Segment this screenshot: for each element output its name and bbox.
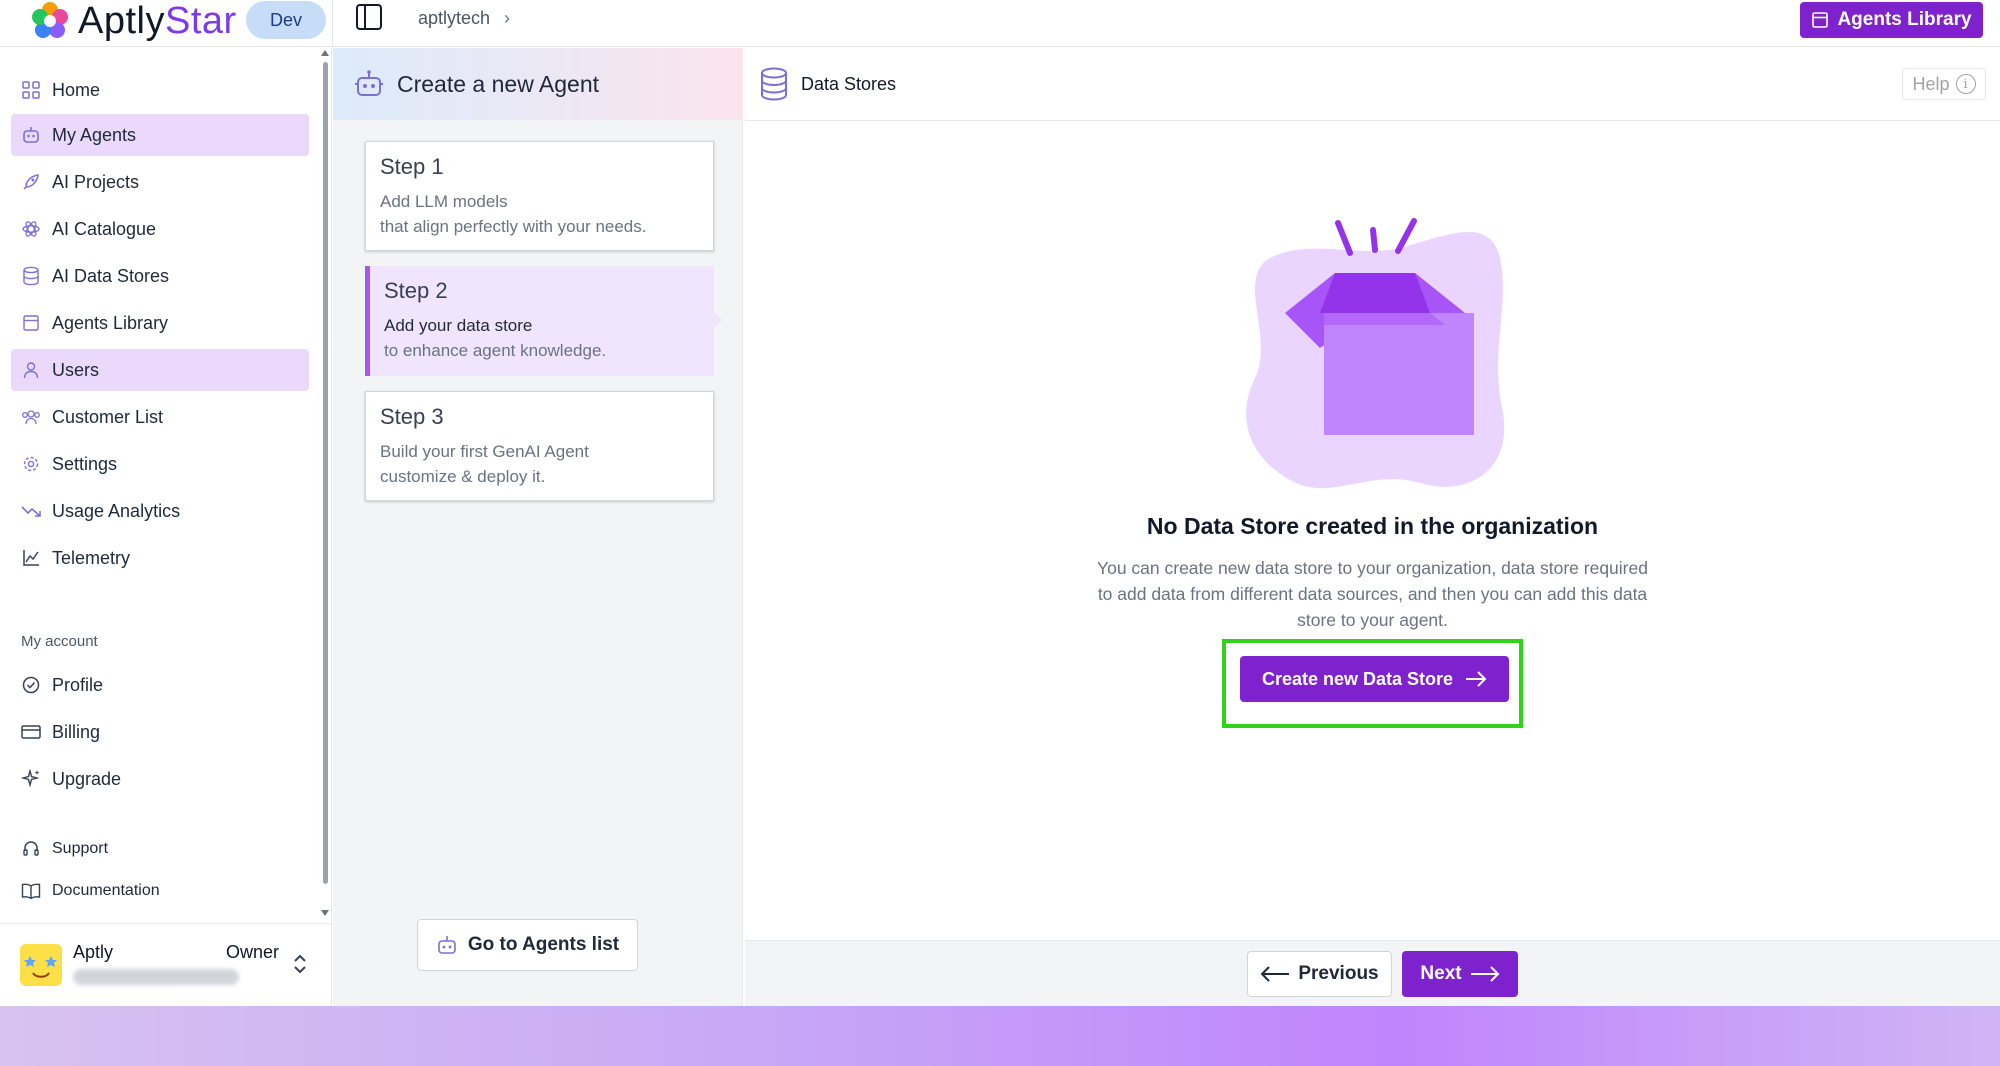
brand-name: AptlyStar [78, 0, 237, 42]
sidebar-item-ai-data-stores[interactable]: AI Data Stores [11, 255, 309, 297]
sidebar: Home My Agents AI Projects AI Catalogue … [0, 48, 332, 1006]
next-button[interactable]: Next [1402, 951, 1518, 997]
arrow-right-icon [1470, 966, 1500, 982]
info-icon: i [1955, 74, 1976, 94]
sidebar-item-usage-analytics[interactable]: Usage Analytics [11, 490, 309, 532]
gear-icon [21, 454, 41, 474]
topbar-divider [332, 0, 333, 47]
user-email-redacted [73, 969, 239, 985]
empty-box-illustration [1246, 218, 1505, 489]
chevron-right-icon: › [504, 8, 511, 28]
atom-icon [21, 219, 41, 239]
credit-card-icon [21, 722, 41, 742]
user-icon [21, 360, 41, 380]
steps-title: Create a new Agent [397, 70, 600, 97]
main-content: Data Stores Help i No Data Store created… [745, 48, 2000, 1006]
sidebar-item-ai-projects[interactable]: AI Projects [11, 161, 309, 203]
step-title: Step 2 [384, 278, 448, 303]
create-new-data-store-button[interactable]: Create new Data Store [1240, 656, 1509, 702]
step-description-line2: customize & deploy it. [380, 467, 546, 486]
arrow-left-icon [1260, 966, 1290, 982]
line-chart-icon [21, 548, 41, 568]
breadcrumb: aptlytech › [418, 8, 510, 29]
sidebar-item-home[interactable]: Home [11, 69, 309, 111]
sidebar-item-telemetry[interactable]: Telemetry [11, 537, 309, 579]
database-icon [761, 67, 787, 101]
check-circle-icon [21, 675, 41, 695]
users-group-icon [21, 407, 41, 427]
headset-icon [21, 839, 41, 859]
aptlystar-logo-icon [32, 2, 68, 38]
book-icon [21, 881, 41, 901]
robot-icon [438, 936, 456, 954]
scroll-up-arrow-icon[interactable] [321, 50, 329, 56]
chevron-up-down-icon[interactable] [292, 951, 308, 977]
sidebar-item-my-agents[interactable]: My Agents [11, 114, 309, 156]
step-card-3[interactable]: Step 3 Build your first GenAI Agent cust… [365, 391, 714, 501]
step-card-2[interactable]: Step 2 Add your data store to enhance ag… [365, 266, 722, 376]
wizard-footer: Previous Next [745, 940, 2000, 1006]
user-role: Owner [226, 942, 280, 962]
step-description-line2: that align perfectly with your needs. [380, 217, 647, 236]
sparkle-icon [21, 769, 41, 789]
previous-button[interactable]: Previous [1247, 951, 1392, 997]
robot-icon [355, 70, 383, 96]
steps-panel: Create a new Agent Step 1 Add LLM models… [333, 48, 743, 1006]
sidebar-item-users[interactable]: Users [11, 349, 309, 391]
agents-library-button[interactable]: Agents Library [1800, 2, 1983, 38]
scroll-thumb[interactable] [323, 62, 328, 884]
step-card-1[interactable]: Step 1 Add LLM models that align perfect… [365, 141, 714, 251]
help-button[interactable]: Help i [1902, 68, 1986, 100]
sidebar-item-agents-library[interactable]: Agents Library [11, 302, 309, 344]
brand[interactable]: AptlyStar [30, 0, 237, 42]
empty-state-title: No Data Store created in the organizatio… [1146, 513, 1599, 539]
avatar [20, 944, 62, 986]
trend-down-icon [21, 501, 41, 521]
breadcrumb-org[interactable]: aptlytech [418, 8, 490, 29]
environment-badge[interactable]: Dev [246, 1, 326, 39]
steps-header: Create a new Agent [333, 48, 743, 120]
library-icon [21, 313, 41, 333]
empty-state-description: You can create new data store to your or… [1097, 558, 1648, 630]
bottom-gradient-band [0, 1006, 2000, 1066]
step-title: Step 3 [380, 404, 444, 429]
sidebar-item-documentation[interactable]: Documentation [11, 870, 309, 912]
page-title: Data Stores [801, 73, 897, 94]
go-to-agents-list-button[interactable]: Go to Agents list [417, 919, 638, 971]
sidebar-scrollbar[interactable] [320, 48, 330, 918]
my-account-label: My account [21, 633, 98, 650]
user-account-card[interactable]: Aptly Owner [0, 923, 332, 1006]
sidebar-item-profile[interactable]: Profile [11, 664, 309, 706]
sidebar-item-upgrade[interactable]: Upgrade [11, 758, 309, 800]
rocket-icon [21, 172, 41, 192]
sidebar-item-support[interactable]: Support [11, 828, 309, 870]
step-description-line2: to enhance agent knowledge. [384, 341, 607, 360]
robot-icon [21, 125, 41, 145]
step-description-line1: Add LLM models [380, 192, 508, 211]
data-stores-header: Data Stores Help i [745, 48, 2000, 121]
sidebar-toggle-icon[interactable] [354, 2, 384, 32]
step-description-line1: Add your data store [384, 316, 533, 335]
step-description-line1: Build your first GenAI Agent [380, 442, 589, 461]
sidebar-item-ai-catalogue[interactable]: AI Catalogue [11, 208, 309, 250]
step-title: Step 1 [380, 154, 444, 179]
sidebar-item-customer-list[interactable]: Customer List [11, 396, 309, 438]
top-bar: AptlyStar Dev aptlytech › Agents Library [0, 0, 2000, 47]
library-icon [1812, 12, 1829, 28]
user-name: Aptly [73, 942, 114, 962]
scroll-down-arrow-icon[interactable] [321, 910, 329, 916]
arrow-right-icon [1466, 671, 1487, 687]
sidebar-item-settings[interactable]: Settings [11, 443, 309, 485]
sidebar-item-billing[interactable]: Billing [11, 711, 309, 753]
database-icon [21, 266, 41, 286]
home-icon [21, 80, 41, 100]
